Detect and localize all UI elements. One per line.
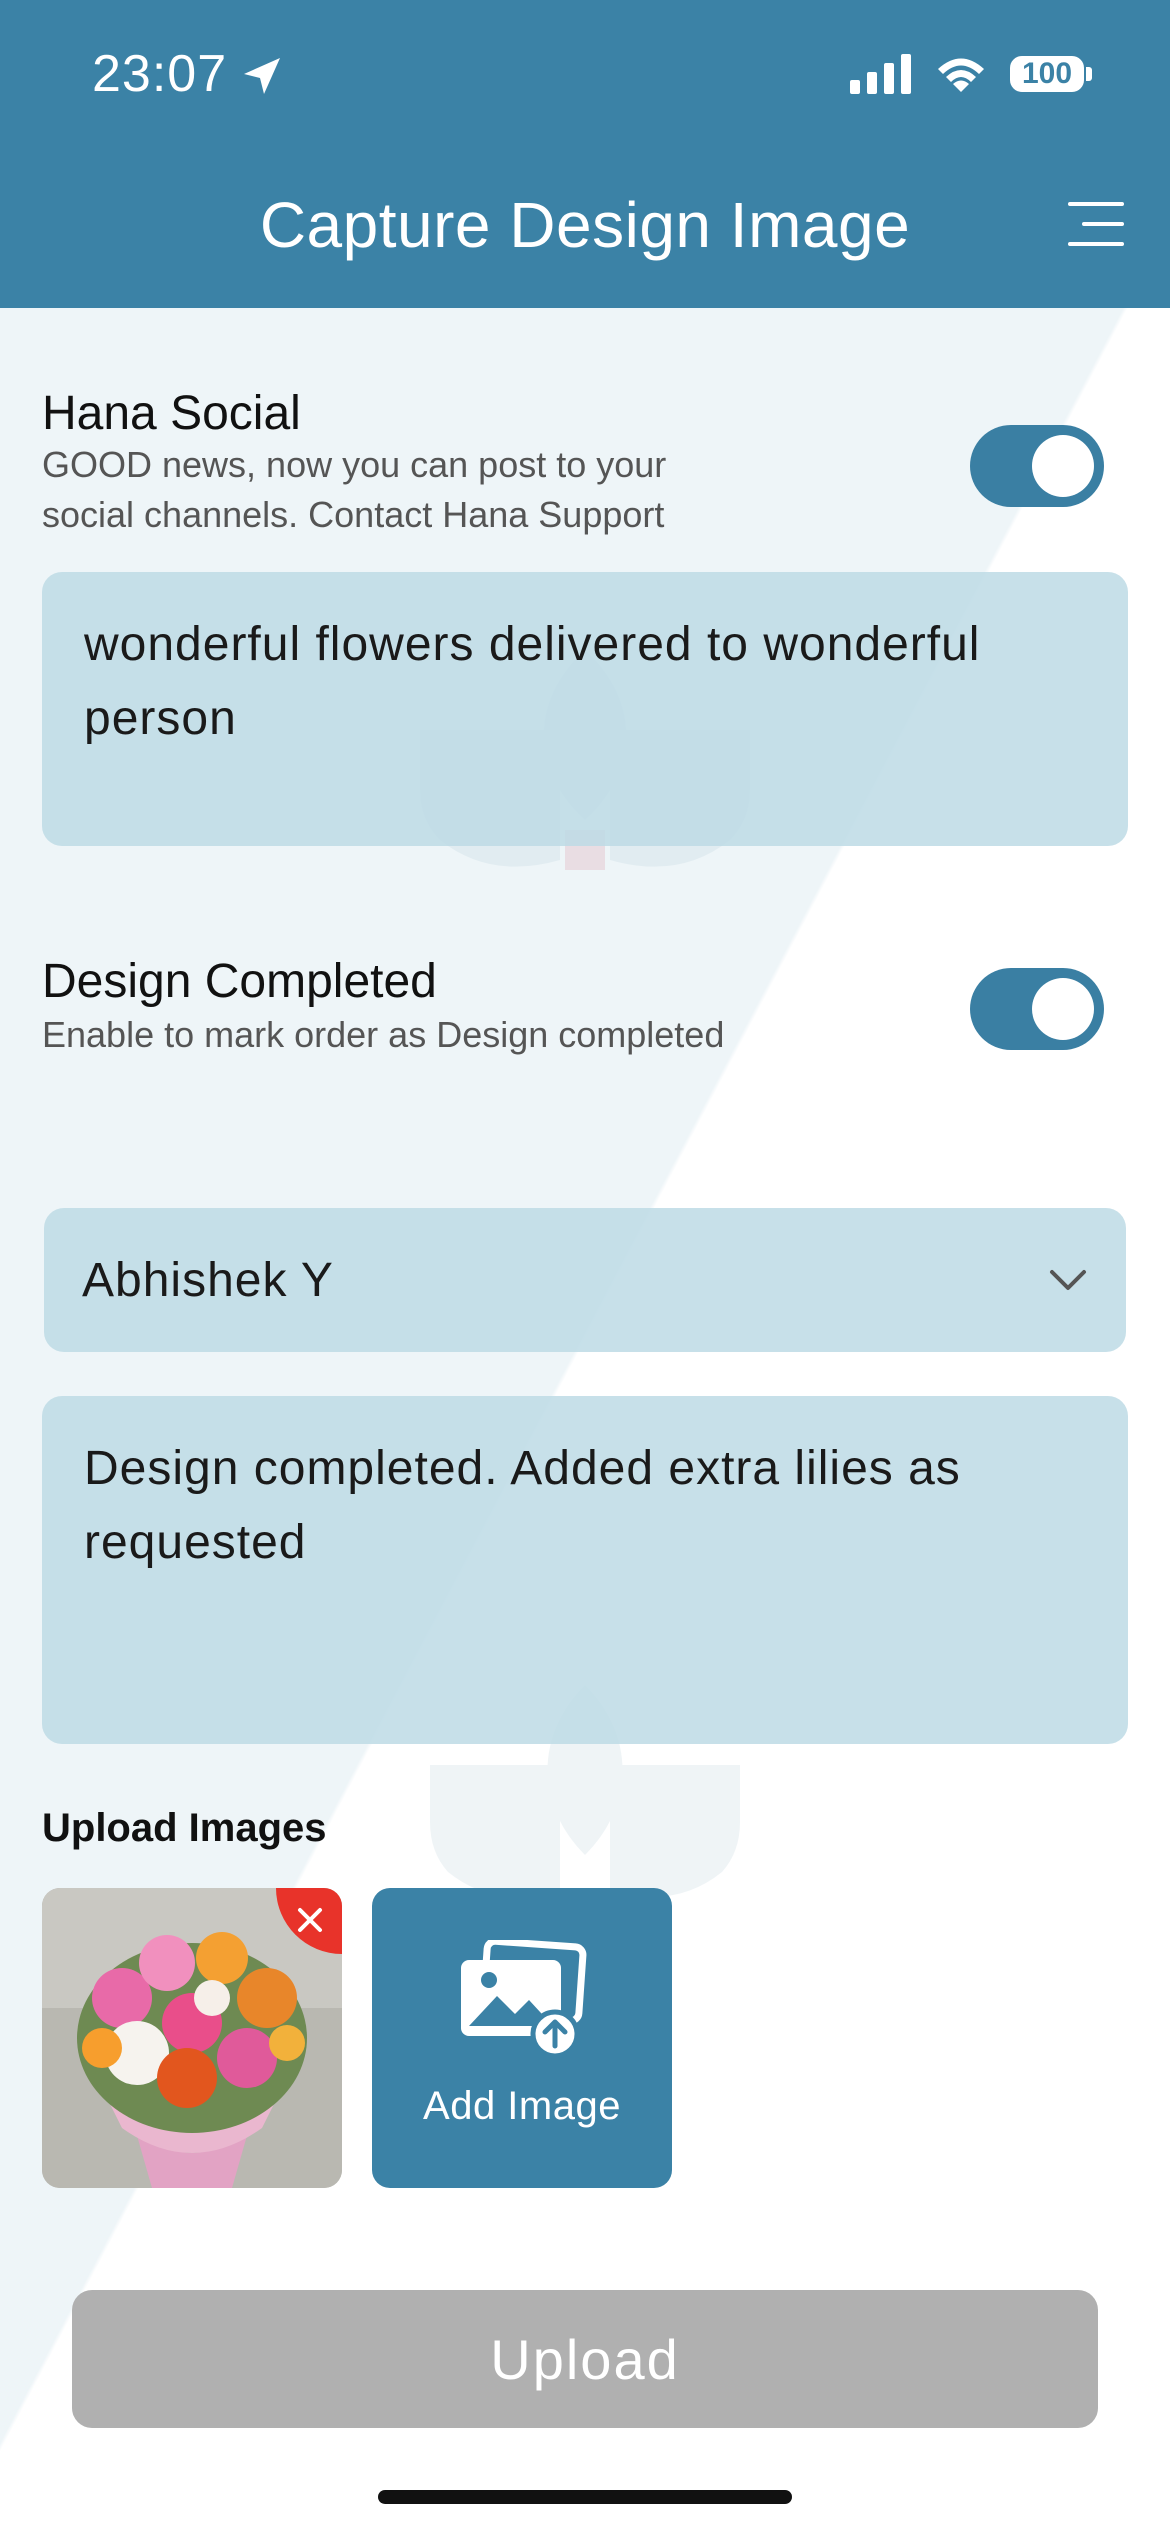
home-indicator (378, 2490, 792, 2504)
designer-select-value: Abhishek Y (82, 1253, 334, 1307)
design-completed-toggle[interactable] (970, 968, 1104, 1050)
designer-select[interactable]: Abhishek Y (44, 1208, 1126, 1352)
toggle-knob (1032, 978, 1094, 1040)
add-image-button[interactable]: Add Image (372, 1888, 672, 2188)
hana-social-title: Hana Social (42, 387, 301, 440)
battery-icon: 100 (1010, 56, 1084, 92)
social-post-textarea[interactable]: wonderful flowers delivered to wonderful… (42, 572, 1128, 846)
signal-icon (850, 54, 911, 94)
design-notes-textarea[interactable]: Design completed. Added extra lilies as … (42, 1396, 1128, 1744)
hana-social-description: GOOD news, now you can post to your soci… (42, 444, 667, 535)
add-image-label: Add Image (423, 2084, 621, 2128)
upload-images-label: Upload Images (42, 1806, 327, 1850)
hana-social-toggle[interactable] (970, 425, 1104, 507)
add-photo-icon (461, 1940, 587, 2059)
page-title: Capture Design Image (259, 189, 911, 261)
chevron-down-icon (1050, 1270, 1086, 1290)
wifi-icon (938, 58, 984, 92)
app-header: 23:07 100 Capture Design Image (0, 0, 1170, 308)
status-icons: 100 (850, 54, 1092, 94)
status-time: 23:07 (92, 45, 228, 103)
location-arrow-icon (244, 58, 280, 94)
close-icon (298, 1908, 322, 1932)
uploaded-image-thumbnail[interactable] (42, 1888, 342, 2188)
design-completed-description: Enable to mark order as Design completed (42, 1014, 725, 1055)
battery-nub (1086, 67, 1092, 81)
design-completed-title: Design Completed (42, 955, 437, 1008)
toggle-knob (1032, 435, 1094, 497)
menu-icon[interactable] (1068, 200, 1124, 248)
upload-button[interactable]: Upload (72, 2290, 1098, 2428)
